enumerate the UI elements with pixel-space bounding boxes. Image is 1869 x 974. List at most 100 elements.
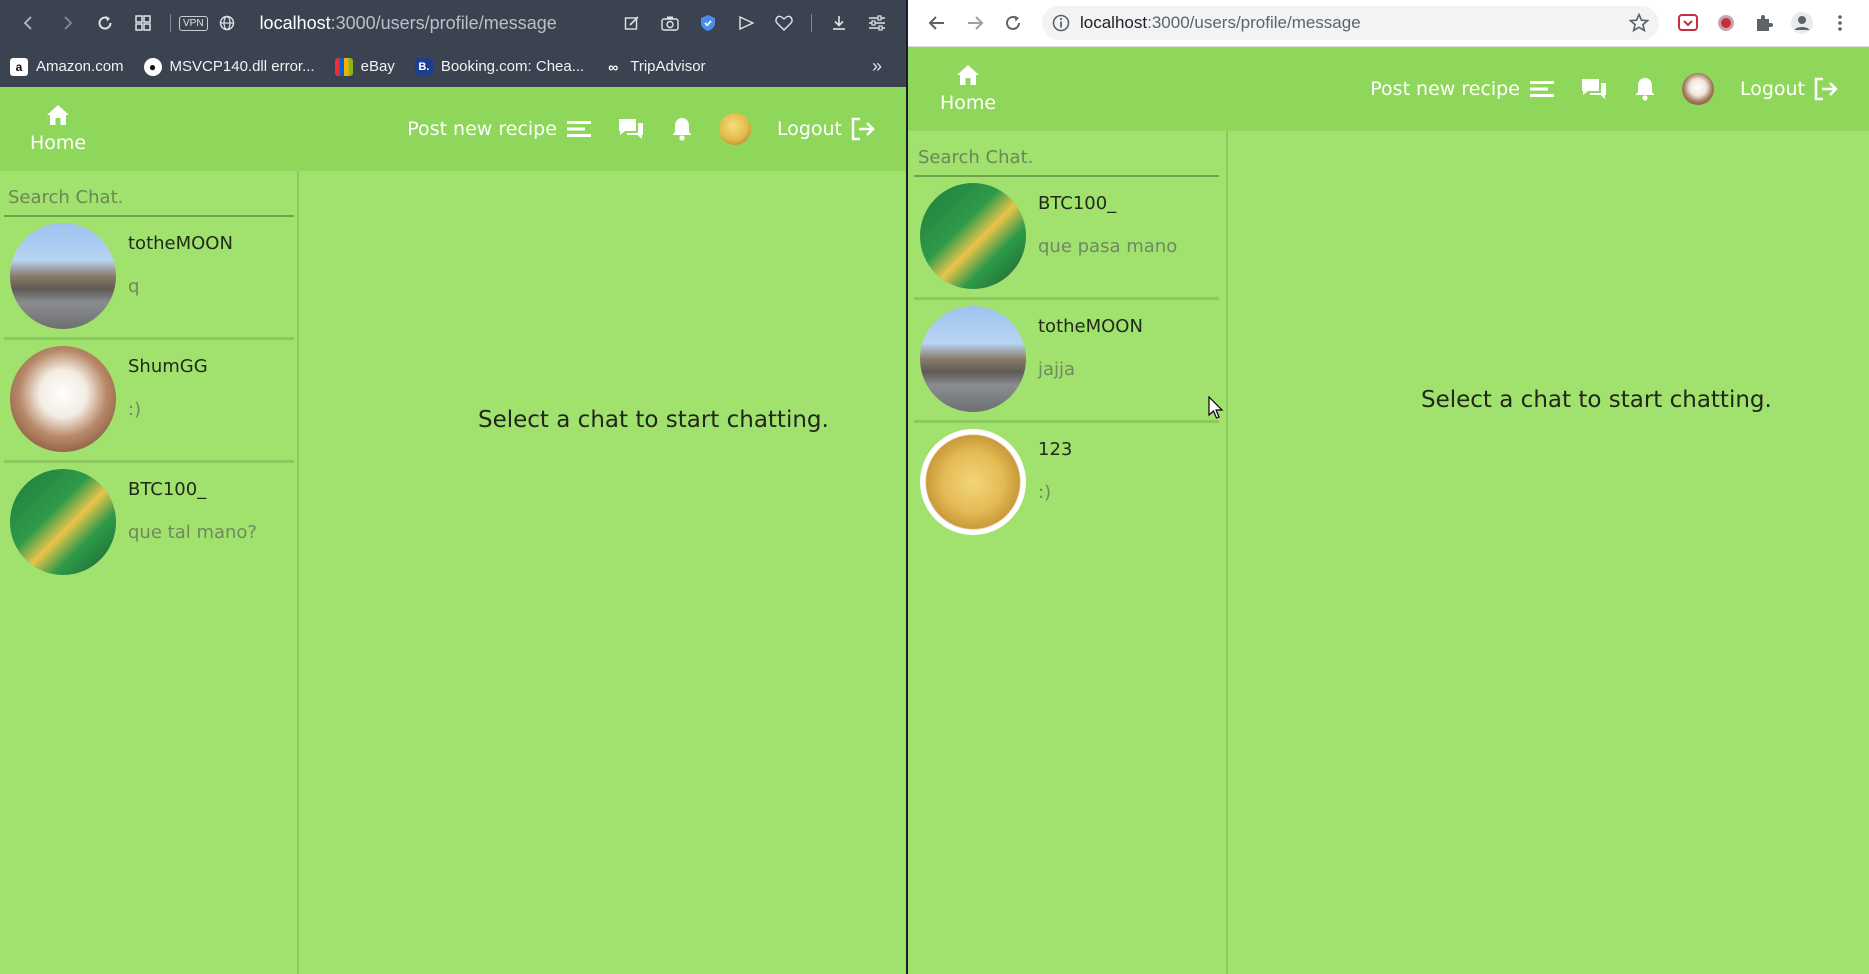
edit-icon [624,16,639,30]
sliders-icon [869,15,885,31]
speed-dial-button[interactable] [124,6,162,40]
chat-main-panel: Select a chat to start chatting. [1228,131,1869,974]
notifications-button[interactable] [1634,77,1656,101]
street-photo-avatar [920,306,1026,412]
messages-layout: totheMOON q ShumGG :) BTC100_ que tal [0,171,906,974]
reload-button[interactable] [86,6,124,40]
bookmark-tripadvisor[interactable]: ∞ TripAdvisor [604,58,705,76]
chat-button[interactable] [617,117,645,141]
logout-icon [1814,77,1838,101]
download-button[interactable] [820,6,858,40]
chat-list-item[interactable]: ShumGG :) [4,340,294,463]
home-link[interactable]: Home [940,64,996,114]
bookmark-amazon[interactable]: a Amazon.com [10,57,124,76]
potato-avatar-icon [718,113,751,145]
right-browser-window: localhost:3000/users/profile/message Hom… [908,0,1869,974]
download-icon [833,16,845,30]
extensions-button[interactable] [1745,5,1783,41]
chat-list-item[interactable]: totheMOON jajja [914,300,1219,423]
chat-list-item[interactable]: 123 :) [914,423,1219,541]
chat-sidebar: totheMOON q ShumGG :) BTC100_ que tal [0,171,299,974]
search-chat-input[interactable] [914,139,1219,177]
account-icon [1791,12,1813,34]
forward-button[interactable] [956,5,994,41]
empty-state-message: Select a chat to start chatting. [478,407,829,433]
booking-icon: B. [414,57,433,76]
post-recipe-button[interactable]: Post new recipe [1370,78,1554,100]
messages-layout: BTC100_ que pasa mano totheMOON jajja 12… [908,131,1869,974]
record-icon [1718,15,1734,31]
profile-avatar[interactable] [1681,73,1714,105]
search-chat-input[interactable] [4,179,294,217]
site-info-button[interactable] [208,6,246,40]
chat-list-item[interactable]: BTC100_ que tal mano? [4,463,294,581]
record-extension-button[interactable] [1707,5,1745,41]
bookmark-ebay[interactable]: eBay [334,57,395,76]
pretz-snack-avatar [10,469,116,575]
back-button[interactable] [918,5,956,41]
chat-username: BTC100_ [128,479,207,500]
logout-button[interactable]: Logout [777,117,876,141]
post-recipe-button[interactable]: Post new recipe [407,118,591,140]
logout-icon [851,117,875,141]
kebab-menu-icon [1838,15,1842,31]
home-icon [47,105,70,125]
globe-icon [219,15,234,31]
chrome-toolbar: localhost:3000/users/profile/message [908,0,1869,47]
chat-button[interactable] [1580,77,1608,101]
chat-list-item[interactable]: BTC100_ que pasa mano [914,177,1219,300]
chrome-menu-button[interactable] [1821,5,1859,41]
tripadvisor-icon: ∞ [608,58,619,75]
potato-avatar [920,429,1026,535]
vpn-badge[interactable]: VPN [179,15,208,31]
omnibox[interactable]: localhost:3000/users/profile/message [1042,6,1659,40]
home-link[interactable]: Home [30,104,86,154]
bell-icon [1635,78,1655,101]
pretz-snack-avatar [920,183,1026,289]
double-chevron-icon: » [871,56,882,76]
url-host: localhost [1080,13,1148,32]
chat-username: totheMOON [1038,316,1143,337]
reload-icon [98,16,112,30]
chat-username: totheMOON [128,233,233,254]
forward-button[interactable] [48,6,86,40]
amazon-icon: a [10,57,28,76]
bookmark-label: eBay [360,58,395,75]
star-icon[interactable] [1629,13,1649,33]
chat-preview: totheMOON jajja [1038,306,1143,414]
chat-list-item[interactable]: totheMOON q [4,217,294,340]
edit-button[interactable] [613,6,651,40]
bookmark-booking[interactable]: B. Booking.com: Chea... [414,57,584,76]
reload-icon [1006,15,1020,30]
back-icon [23,16,32,30]
profile-avatar[interactable] [718,113,751,145]
bookmarks-bar: a Amazon.com ● MSVCP140.dll error... eBa… [0,46,906,87]
snapshot-button[interactable] [651,6,689,40]
heart-icon [775,15,793,31]
easy-setup-button[interactable] [858,6,896,40]
post-recipe-label: Post new recipe [1370,78,1520,100]
bookmark-github[interactable]: ● MSVCP140.dll error... [143,57,315,76]
github-icon: ● [143,57,162,76]
address-bar[interactable]: localhost:3000/users/profile/message [1080,13,1629,33]
chat-main-panel: Select a chat to start chatting. [299,171,906,974]
back-arrow-icon [928,16,944,30]
more-bookmarks-button[interactable]: » [858,50,896,84]
adblock-button[interactable] [689,6,727,40]
pocket-extension-button[interactable] [1669,5,1707,41]
home-label: Home [30,132,87,154]
logout-button[interactable]: Logout [1740,77,1839,101]
url-host: localhost [259,12,331,33]
chat-preview: ShumGG :) [128,346,208,454]
profile-button[interactable] [1783,5,1821,41]
favorite-button[interactable] [765,6,803,40]
address-bar[interactable]: localhost:3000/users/profile/message [260,13,613,34]
notifications-button[interactable] [671,117,693,141]
back-button[interactable] [10,6,48,40]
chat-last-message: q [128,276,140,297]
reload-button[interactable] [994,5,1032,41]
chat-preview: BTC100_ que tal mano? [128,469,257,575]
send-button[interactable] [727,6,765,40]
chat-last-message: que tal mano? [128,522,257,543]
menu-lines-icon [1529,81,1554,97]
